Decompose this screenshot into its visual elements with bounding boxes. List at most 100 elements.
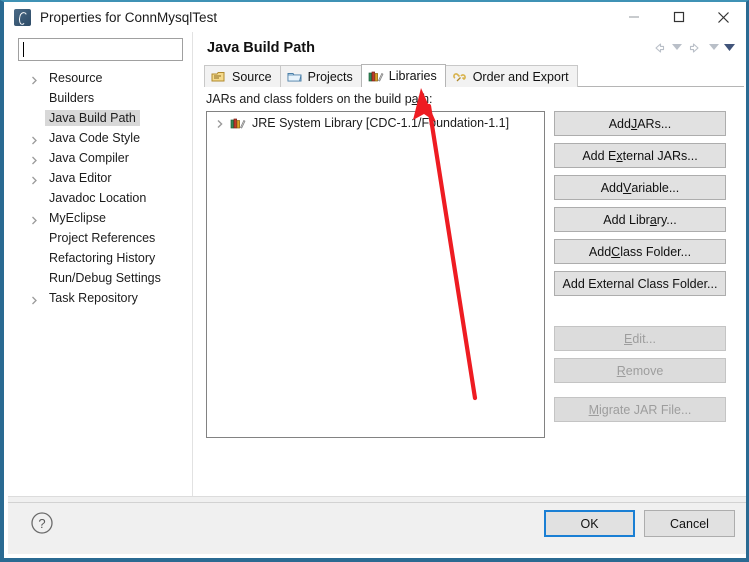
list-caption-suffix: th:	[418, 92, 433, 106]
add-library-button[interactable]: Add Libr a ry...	[554, 207, 726, 232]
page-title: Java Build Path	[207, 39, 315, 56]
libraries-list[interactable]: JRE System Library [CDC-1.1/Foundation-1…	[206, 111, 545, 438]
libraries-books-icon	[368, 69, 384, 83]
add-external-class-folder-button[interactable]: Add External Class Folder...	[554, 271, 726, 296]
settings-sidebar: Resource Builders Java Build Path Java C…	[8, 32, 193, 498]
button-mnemonic: E	[624, 331, 633, 346]
cancel-button[interactable]: Cancel	[644, 510, 735, 537]
button-mnemonic: C	[611, 244, 621, 259]
sidebar-item-label: Java Editor	[49, 171, 112, 185]
button-mnemonic: V	[622, 180, 632, 195]
button-label-suffix: lass Folder...	[620, 244, 692, 259]
help-question-icon[interactable]: ?	[30, 511, 54, 535]
sidebar-item-java-editor[interactable]: Java Editor	[8, 168, 192, 188]
button-label: Add Libr	[603, 212, 650, 227]
order-export-icon	[452, 70, 468, 84]
button-mnemonic: M	[588, 402, 600, 417]
button-label-suffix: ry...	[656, 212, 677, 227]
sidebar-item-resource[interactable]: Resource	[8, 68, 192, 88]
sidebar-item-javadoc-location[interactable]: Javadoc Location	[8, 188, 192, 208]
add-variable-button[interactable]: Add Variable...	[554, 175, 726, 200]
forward-dropdown-chevron-down-icon[interactable]	[707, 39, 720, 57]
sidebar-item-label: MyEclipse	[49, 211, 106, 225]
sidebar-item-label: Java Code Style	[49, 131, 141, 145]
tab-label: Order and Export	[472, 69, 569, 84]
source-folder-icon	[211, 70, 227, 84]
tab-label: Source	[232, 69, 272, 84]
add-class-folder-button[interactable]: Add Class Folder...	[554, 239, 726, 264]
footer-divider	[8, 502, 746, 503]
projects-folder-icon	[287, 70, 303, 84]
button-label-suffix: dit...	[632, 331, 656, 346]
sidebar-item-refactoring-history[interactable]: Refactoring History	[8, 248, 192, 268]
settings-tree: Resource Builders Java Build Path Java C…	[8, 68, 192, 498]
window-title: Properties for ConnMysqlTest	[40, 9, 218, 25]
ok-button[interactable]: OK	[544, 510, 635, 537]
tab-bar: Source Projects Libraries Order and Expo…	[204, 64, 746, 87]
add-jars-button[interactable]: Add J ARs...	[554, 111, 726, 136]
libraries-books-icon	[230, 116, 246, 130]
migrate-jar-file-button[interactable]: Migrate JAR File...	[554, 397, 726, 422]
button-mnemonic: a	[649, 212, 657, 227]
add-external-jars-button[interactable]: Add Ex ternal JARs...	[554, 143, 726, 168]
chevron-right-icon	[30, 154, 39, 164]
edit-button[interactable]: Edit...	[554, 326, 726, 351]
chevron-right-icon	[30, 294, 39, 304]
button-label: Add	[588, 244, 612, 259]
maximize-button[interactable]	[656, 2, 701, 32]
content-pane: Java Build Path Source Projects Librarie…	[194, 32, 746, 498]
button-label: Add E	[582, 148, 617, 163]
chevron-right-icon	[30, 214, 39, 224]
sidebar-item-java-code-style[interactable]: Java Code Style	[8, 128, 192, 148]
eclipse-properties-icon	[14, 8, 31, 26]
sidebar-item-label: Java Build Path	[45, 110, 140, 126]
close-button[interactable]	[701, 2, 746, 32]
forward-arrow-icon[interactable]	[686, 39, 704, 57]
dialog-footer: ? OK Cancel	[8, 496, 746, 554]
list-item-label: JRE System Library [CDC-1.1/Foundation-1…	[252, 115, 510, 130]
menu-chevron-down-icon[interactable]	[723, 39, 736, 57]
sidebar-item-myeclipse[interactable]: MyEclipse	[8, 208, 192, 228]
tab-label: Libraries	[388, 69, 437, 83]
library-actions: Add J ARs... Add Ex ternal JARs... Add Var…	[554, 111, 726, 429]
list-caption-text: JARs and class folders on the build p	[206, 92, 412, 106]
sidebar-item-label: Java Compiler	[49, 151, 129, 165]
chevron-right-icon	[30, 174, 39, 184]
button-label-suffix: ARs...	[637, 116, 672, 131]
back-arrow-icon[interactable]	[649, 39, 667, 57]
sidebar-item-builders[interactable]: Builders	[8, 88, 192, 108]
title-bar: Properties for ConnMysqlTest	[4, 2, 746, 32]
tab-source[interactable]: Source	[204, 65, 281, 87]
list-caption: JARs and class folders on the build path…	[206, 92, 433, 106]
sidebar-item-label: Run/Debug Settings	[49, 271, 161, 285]
button-label: Add External Class Folder...	[562, 276, 718, 291]
sidebar-item-run-debug-settings[interactable]: Run/Debug Settings	[8, 268, 192, 288]
button-label: Add	[600, 180, 623, 195]
button-label-suffix: emove	[625, 363, 664, 378]
tab-label: Projects	[307, 69, 353, 84]
list-caption-mnemonic: a	[411, 92, 419, 106]
sidebar-item-java-compiler[interactable]: Java Compiler	[8, 148, 192, 168]
chevron-right-icon	[30, 134, 39, 144]
sidebar-item-java-build-path[interactable]: Java Build Path	[8, 108, 192, 128]
search-input[interactable]	[18, 38, 183, 61]
minimize-button[interactable]	[611, 2, 656, 32]
sidebar-item-label: Builders	[49, 91, 95, 105]
tab-projects[interactable]: Projects	[279, 65, 362, 87]
svg-text:?: ?	[38, 516, 45, 531]
window-controls	[611, 2, 746, 32]
button-label-suffix: ariable...	[631, 180, 680, 195]
tab-order-and-export[interactable]: Order and Export	[444, 65, 578, 87]
sidebar-item-label: Resource	[49, 71, 103, 85]
chevron-right-icon[interactable]	[215, 118, 225, 128]
button-mnemonic: R	[616, 363, 626, 378]
sidebar-item-label: Task Repository	[49, 291, 138, 305]
list-item[interactable]: JRE System Library [CDC-1.1/Foundation-1…	[207, 112, 544, 133]
tab-libraries[interactable]: Libraries	[360, 64, 446, 87]
sidebar-item-label: Refactoring History	[49, 251, 156, 265]
remove-button[interactable]: Remove	[554, 358, 726, 383]
sidebar-item-project-references[interactable]: Project References	[8, 228, 192, 248]
back-dropdown-chevron-down-icon[interactable]	[670, 39, 683, 57]
sidebar-item-task-repository[interactable]: Task Repository	[8, 288, 192, 308]
button-label-suffix: igrate JAR File...	[599, 402, 692, 417]
